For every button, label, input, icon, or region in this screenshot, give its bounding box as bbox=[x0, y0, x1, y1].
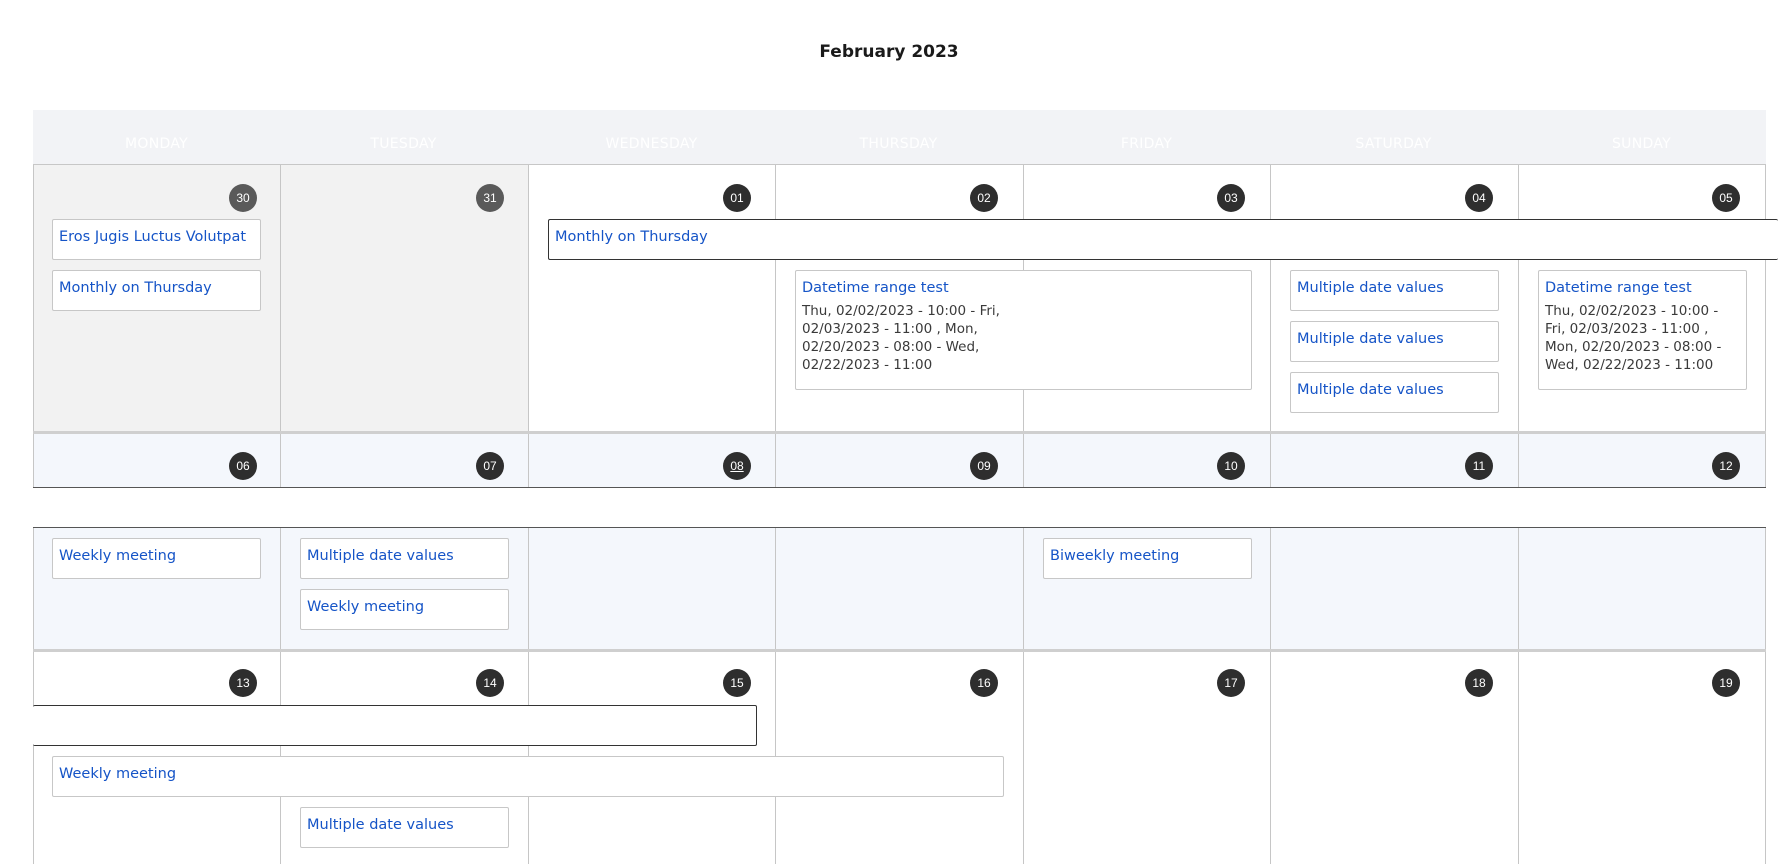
event-card-multiday[interactable]: Datetime range test Thu, 02/02/2023 - 10… bbox=[795, 270, 1252, 390]
day-cell[interactable] bbox=[775, 528, 1023, 650]
grid-line bbox=[33, 527, 1766, 528]
weekday-saturday: SATURDAY bbox=[1355, 136, 1432, 152]
day-number-badge[interactable]: 15 bbox=[723, 669, 751, 697]
day-number-badge[interactable]: 30 bbox=[229, 184, 257, 212]
day-number-badge[interactable]: 18 bbox=[1465, 669, 1493, 697]
event-card-multiday[interactable]: Weekly meeting bbox=[52, 756, 1004, 797]
day-number-badge[interactable]: 04 bbox=[1465, 184, 1493, 212]
event-title[interactable]: Monthly on Thursday bbox=[59, 280, 254, 296]
event-title[interactable]: Monthly on Thursday bbox=[555, 229, 1772, 245]
event-card[interactable]: Biweekly meeting bbox=[1043, 538, 1252, 579]
event-card[interactable]: Multiple date values bbox=[1290, 270, 1499, 311]
event-card[interactable]: Weekly meeting bbox=[300, 589, 509, 630]
day-number-badge[interactable]: 10 bbox=[1217, 452, 1245, 480]
grid-line bbox=[33, 431, 1766, 434]
event-dates: Thu, 02/02/2023 - 10:00 - Fri, 02/03/202… bbox=[802, 303, 1000, 373]
event-card[interactable]: Multiple date values bbox=[1290, 372, 1499, 413]
event-title[interactable]: Multiple date values bbox=[1297, 280, 1492, 296]
event-title[interactable]: Multiple date values bbox=[307, 548, 502, 564]
event-title[interactable]: Biweekly meeting bbox=[1050, 548, 1245, 564]
today-date-label: 08 bbox=[730, 459, 744, 473]
event-card[interactable]: Weekly meeting bbox=[52, 538, 261, 579]
day-number-badge[interactable]: 31 bbox=[476, 184, 504, 212]
event-title[interactable]: Eros Jugis Luctus Volutpat bbox=[59, 229, 254, 245]
weekday-monday: MONDAY bbox=[125, 136, 188, 152]
day-number-badge[interactable]: 14 bbox=[476, 669, 504, 697]
day-cell[interactable] bbox=[1518, 528, 1766, 650]
day-number-badge[interactable]: 12 bbox=[1712, 452, 1740, 480]
event-title[interactable]: Datetime range test bbox=[802, 280, 1245, 296]
event-title[interactable]: Weekly meeting bbox=[59, 766, 997, 782]
day-number-badge[interactable]: 03 bbox=[1217, 184, 1245, 212]
day-number-badge[interactable]: 05 bbox=[1712, 184, 1740, 212]
weekday-wednesday: WEDNESDAY bbox=[605, 136, 698, 152]
event-card[interactable]: Multiple date values bbox=[300, 807, 509, 848]
event-title[interactable]: Datetime range test bbox=[1545, 280, 1740, 296]
day-number-badge[interactable]: 16 bbox=[970, 669, 998, 697]
day-number-badge[interactable]: 17 bbox=[1217, 669, 1245, 697]
event-card[interactable]: Eros Jugis Luctus Volutpat bbox=[52, 219, 261, 260]
weekday-sunday: SUNDAY bbox=[1612, 136, 1671, 152]
event-title[interactable]: Multiple date values bbox=[1297, 382, 1492, 398]
calendar-title: February 2023 bbox=[819, 42, 959, 62]
event-title[interactable]: Multiple date values bbox=[307, 817, 502, 833]
event-title[interactable]: Weekly meeting bbox=[307, 599, 502, 615]
weekday-header: MONDAY TUESDAY WEDNESDAY THURSDAY FRIDAY… bbox=[33, 110, 1766, 164]
event-card[interactable]: Datetime range test Thu, 02/02/2023 - 10… bbox=[1538, 270, 1747, 390]
day-number-badge[interactable]: 13 bbox=[229, 669, 257, 697]
weekday-friday: FRIDAY bbox=[1120, 136, 1173, 152]
day-number-badge[interactable]: 07 bbox=[476, 452, 504, 480]
day-number-badge[interactable]: 19 bbox=[1712, 669, 1740, 697]
day-cell[interactable] bbox=[1270, 528, 1518, 650]
event-dates: Thu, 02/02/2023 - 10:00 - Fri, 02/03/202… bbox=[1545, 303, 1722, 373]
grid-line bbox=[33, 649, 1766, 652]
day-number-badge[interactable]: 02 bbox=[970, 184, 998, 212]
event-card-multiday[interactable]: Monthly on Thursday bbox=[548, 219, 1778, 260]
event-title[interactable]: Multiple date values bbox=[1297, 331, 1492, 347]
day-number-badge[interactable]: 06 bbox=[229, 452, 257, 480]
day-number-badge[interactable]: 01 bbox=[723, 184, 751, 212]
event-title[interactable]: Weekly meeting bbox=[59, 548, 254, 564]
event-card[interactable]: Monthly on Thursday bbox=[52, 270, 261, 311]
day-number-badge[interactable]: 09 bbox=[970, 452, 998, 480]
day-number-badge[interactable]: 11 bbox=[1465, 452, 1493, 480]
grid-line bbox=[33, 487, 1766, 488]
event-card-continued[interactable] bbox=[33, 705, 757, 746]
day-cell[interactable] bbox=[528, 528, 775, 650]
day-number-badge-today[interactable]: 08 bbox=[723, 452, 751, 480]
event-card[interactable]: Multiple date values bbox=[300, 538, 509, 579]
grid-line bbox=[33, 164, 1766, 165]
weekday-tuesday: TUESDAY bbox=[370, 136, 437, 152]
event-card[interactable]: Multiple date values bbox=[1290, 321, 1499, 362]
weekday-thursday: THURSDAY bbox=[859, 136, 938, 152]
